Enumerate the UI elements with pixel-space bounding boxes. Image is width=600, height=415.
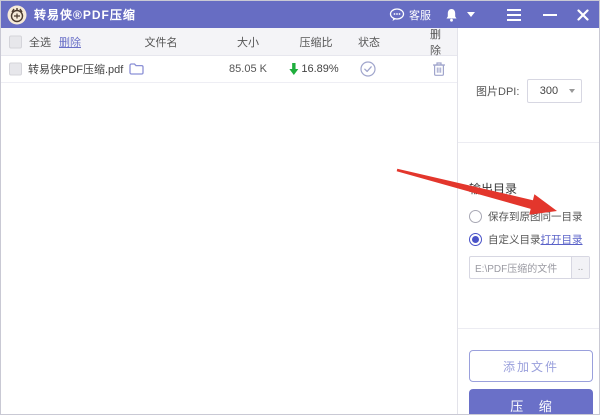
output-path-box: .. (469, 256, 590, 279)
radio-same-dir-label[interactable]: 保存到原图同一目录 (488, 209, 583, 224)
minimize-button[interactable] (543, 13, 557, 16)
file-name: 转易侠PDF压缩.pdf (28, 64, 124, 76)
support-label[interactable]: 客服 (409, 7, 431, 23)
app-title: 转易侠®PDF压缩 (34, 8, 136, 22)
radio-custom-dir[interactable]: 自定义目录 打开目录 (469, 232, 583, 247)
titlebar: 转易侠®PDF压缩 客服 (1, 1, 599, 28)
divider (458, 142, 599, 143)
column-filename: 文件名 (144, 36, 178, 49)
dpi-select[interactable]: 300 (527, 79, 583, 103)
file-table: 全选 删除 文件名 大小 压缩比 状态 删除 转易侠PDF压缩.pdf 85.0… (1, 28, 457, 414)
radio-same-dir[interactable]: 保存到原图同一目录 (469, 209, 583, 224)
column-delete: 删除 (430, 28, 441, 57)
add-files-button[interactable]: 添加文件 (469, 350, 593, 382)
radio-unselected-icon[interactable] (469, 210, 482, 223)
delete-selected-link[interactable]: 删除 (59, 34, 81, 50)
select-all-checkbox[interactable] (9, 35, 22, 48)
select-all-label[interactable]: 全选 (29, 34, 51, 50)
app-window: 转易侠®PDF压缩 客服 全选 删除 文件名 大小 压缩比 状态 删除 转易侠P… (0, 0, 600, 415)
table-row: 转易侠PDF压缩.pdf 85.05 K 16.89% (1, 56, 457, 83)
row-checkbox[interactable] (9, 62, 22, 76)
status-done-icon (360, 61, 376, 77)
menu-icon[interactable] (507, 8, 521, 21)
table-header: 全选 删除 文件名 大小 压缩比 状态 删除 (1, 28, 457, 57)
column-ratio: 压缩比 (299, 36, 333, 49)
open-folder-icon[interactable] (129, 63, 145, 75)
column-status: 状态 (358, 36, 380, 49)
close-button[interactable] (577, 8, 589, 21)
file-name-cell: 转易侠PDF压缩.pdf (28, 61, 145, 77)
dpi-value: 300 (539, 85, 559, 97)
column-size: 大小 (237, 36, 259, 49)
dpi-label: 图片DPI: (476, 86, 520, 98)
chevron-down-icon[interactable] (467, 12, 475, 17)
open-dir-link[interactable]: 打开目录 (541, 232, 583, 247)
arrow-down-green-icon (289, 63, 299, 75)
radio-custom-dir-label[interactable]: 自定义目录 (488, 232, 541, 247)
compression-ratio-cell: 16.89% (289, 63, 339, 75)
app-logo-icon (7, 5, 27, 25)
output-path-input[interactable] (470, 257, 571, 278)
compress-button[interactable]: 压 缩 (469, 389, 593, 414)
row-delete-icon[interactable] (432, 62, 446, 77)
output-dir-title: 输出目录 (469, 182, 518, 196)
dpi-row: 图片DPI: 300 (458, 78, 599, 104)
bell-icon[interactable] (445, 8, 458, 22)
settings-panel: 图片DPI: 300 输出目录 保存到原图同一目录 自定义目录 打开目录 .. … (457, 28, 599, 414)
divider (458, 328, 599, 329)
file-size: 85.05 K (229, 63, 267, 75)
radio-selected-icon[interactable] (469, 233, 482, 246)
support-chat-icon[interactable] (389, 7, 405, 22)
compression-ratio: 16.89% (301, 63, 339, 75)
browse-button[interactable]: .. (571, 257, 589, 278)
chevron-down-icon (569, 89, 576, 93)
